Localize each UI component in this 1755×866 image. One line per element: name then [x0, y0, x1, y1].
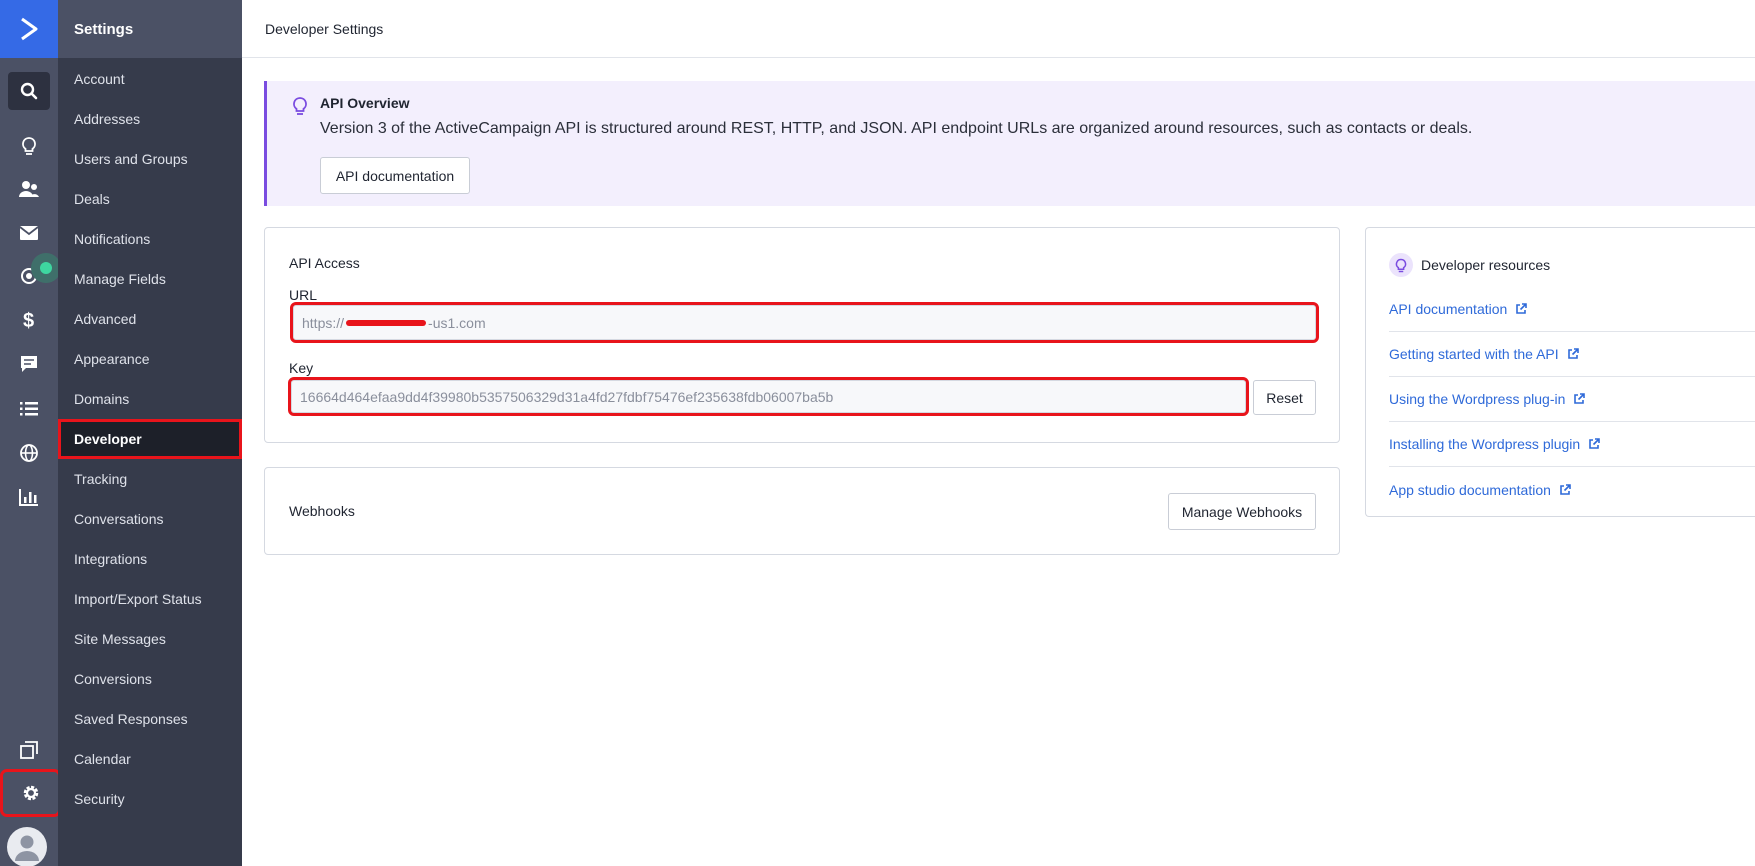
menu-item-domains[interactable]: Domains: [58, 379, 242, 419]
online-status-indicator: [31, 253, 61, 283]
resource-link-api-documentation[interactable]: API documentation: [1389, 287, 1755, 332]
api-overview-banner: API Overview Version 3 of the ActiveCamp…: [264, 81, 1755, 206]
external-link-icon: [1560, 483, 1571, 495]
api-documentation-button[interactable]: API documentation: [320, 157, 470, 194]
menu-item-appearance[interactable]: Appearance: [58, 339, 242, 379]
menu-item-conversions[interactable]: Conversions: [58, 659, 242, 699]
lightbulb-icon[interactable]: [8, 127, 50, 165]
developer-resources-card: Developer resources API documentation Ge…: [1365, 227, 1755, 517]
menu-item-account[interactable]: Account: [58, 59, 242, 99]
resource-link-label: App studio documentation: [1389, 481, 1551, 498]
api-url-field[interactable]: https:// -us1.com: [290, 302, 1319, 343]
redaction-mark: [346, 319, 427, 326]
banner-title: API Overview: [320, 95, 410, 111]
lists-icon[interactable]: [8, 390, 50, 428]
menu-item-developer[interactable]: Developer: [58, 419, 242, 459]
menu-item-security[interactable]: Security: [58, 779, 242, 819]
main-content: Developer Settings API Overview Version …: [242, 0, 1755, 866]
external-link-icon: [1589, 438, 1600, 449]
conversations-icon[interactable]: [8, 345, 50, 383]
menu-item-tracking[interactable]: Tracking: [58, 459, 242, 499]
menu-item-saved-responses[interactable]: Saved Responses: [58, 699, 242, 739]
menu-item-deals[interactable]: Deals: [58, 179, 242, 219]
activecampaign-logo-icon[interactable]: [0, 0, 58, 58]
resource-link-label: Using the Wordpress plug-in: [1389, 391, 1566, 407]
settings-menu: Settings Account Addresses Users and Gro…: [58, 0, 242, 866]
menu-item-advanced[interactable]: Advanced: [58, 299, 242, 339]
deals-dollar-icon[interactable]: $: [8, 301, 50, 339]
website-globe-icon[interactable]: [8, 434, 50, 472]
contacts-icon[interactable]: [8, 170, 50, 208]
api-key-field[interactable]: 16664d464efaa9dd4f39980b5357506329d31a4f…: [288, 377, 1249, 416]
pages-icon[interactable]: [8, 731, 50, 769]
external-link-icon: [1574, 393, 1586, 404]
resource-link-installing-wordpress-plugin[interactable]: Installing the Wordpress plugin: [1389, 422, 1755, 467]
menu-item-notifications[interactable]: Notifications: [58, 219, 242, 259]
key-label: Key: [289, 360, 314, 376]
lightbulb-icon: [292, 96, 308, 121]
manage-webhooks-button[interactable]: Manage Webhooks: [1168, 493, 1316, 530]
email-icon[interactable]: [8, 214, 50, 252]
menu-item-site-messages[interactable]: Site Messages: [58, 619, 242, 659]
resource-link-app-studio-documentation[interactable]: App studio documentation: [1389, 467, 1755, 512]
gear-icon[interactable]: [0, 769, 61, 817]
menu-item-calendar[interactable]: Calendar: [58, 739, 242, 779]
reset-key-button[interactable]: Reset: [1253, 380, 1316, 415]
banner-description: Version 3 of the ActiveCampaign API is s…: [320, 120, 1473, 137]
menu-item-manage-fields[interactable]: Manage Fields: [58, 259, 242, 299]
external-link-icon: [1567, 348, 1579, 359]
api-url-prefix: https://: [302, 314, 345, 331]
menu-item-conversations[interactable]: Conversations: [58, 499, 242, 539]
avatar-icon[interactable]: [7, 827, 47, 866]
menu-item-integrations[interactable]: Integrations: [58, 539, 242, 579]
resource-link-label: Getting started with the API: [1389, 346, 1559, 362]
api-access-card: API Access URL https:// -us1.com Key 166…: [264, 227, 1340, 443]
api-access-title: API Access: [289, 255, 360, 271]
lightbulb-icon: [1389, 253, 1413, 277]
reports-chart-icon[interactable]: [8, 478, 50, 516]
webhooks-title: Webhooks: [289, 503, 355, 519]
developer-resources-title: Developer resources: [1421, 257, 1551, 273]
search-icon[interactable]: [8, 72, 50, 110]
menu-item-import-export-status[interactable]: Import/Export Status: [58, 579, 242, 619]
external-link-icon: [1516, 303, 1528, 314]
webhooks-card: Webhooks Manage Webhooks: [264, 467, 1340, 555]
resource-link-getting-started[interactable]: Getting started with the API: [1389, 332, 1755, 377]
page-title: Developer Settings: [242, 0, 1755, 58]
url-label: URL: [289, 287, 318, 303]
menu-item-addresses[interactable]: Addresses: [58, 99, 242, 139]
menu-item-users-and-groups[interactable]: Users and Groups: [58, 139, 242, 179]
api-url-suffix: -us1.com: [428, 314, 486, 331]
icon-rail: $: [0, 0, 61, 866]
svg-text:$: $: [23, 310, 34, 331]
resource-link-wordpress-plug-in[interactable]: Using the Wordpress plug-in: [1389, 377, 1755, 422]
settings-menu-title: Settings: [58, 0, 242, 58]
resource-link-label: API documentation: [1389, 301, 1508, 317]
resource-link-label: Installing the Wordpress plugin: [1389, 436, 1581, 452]
